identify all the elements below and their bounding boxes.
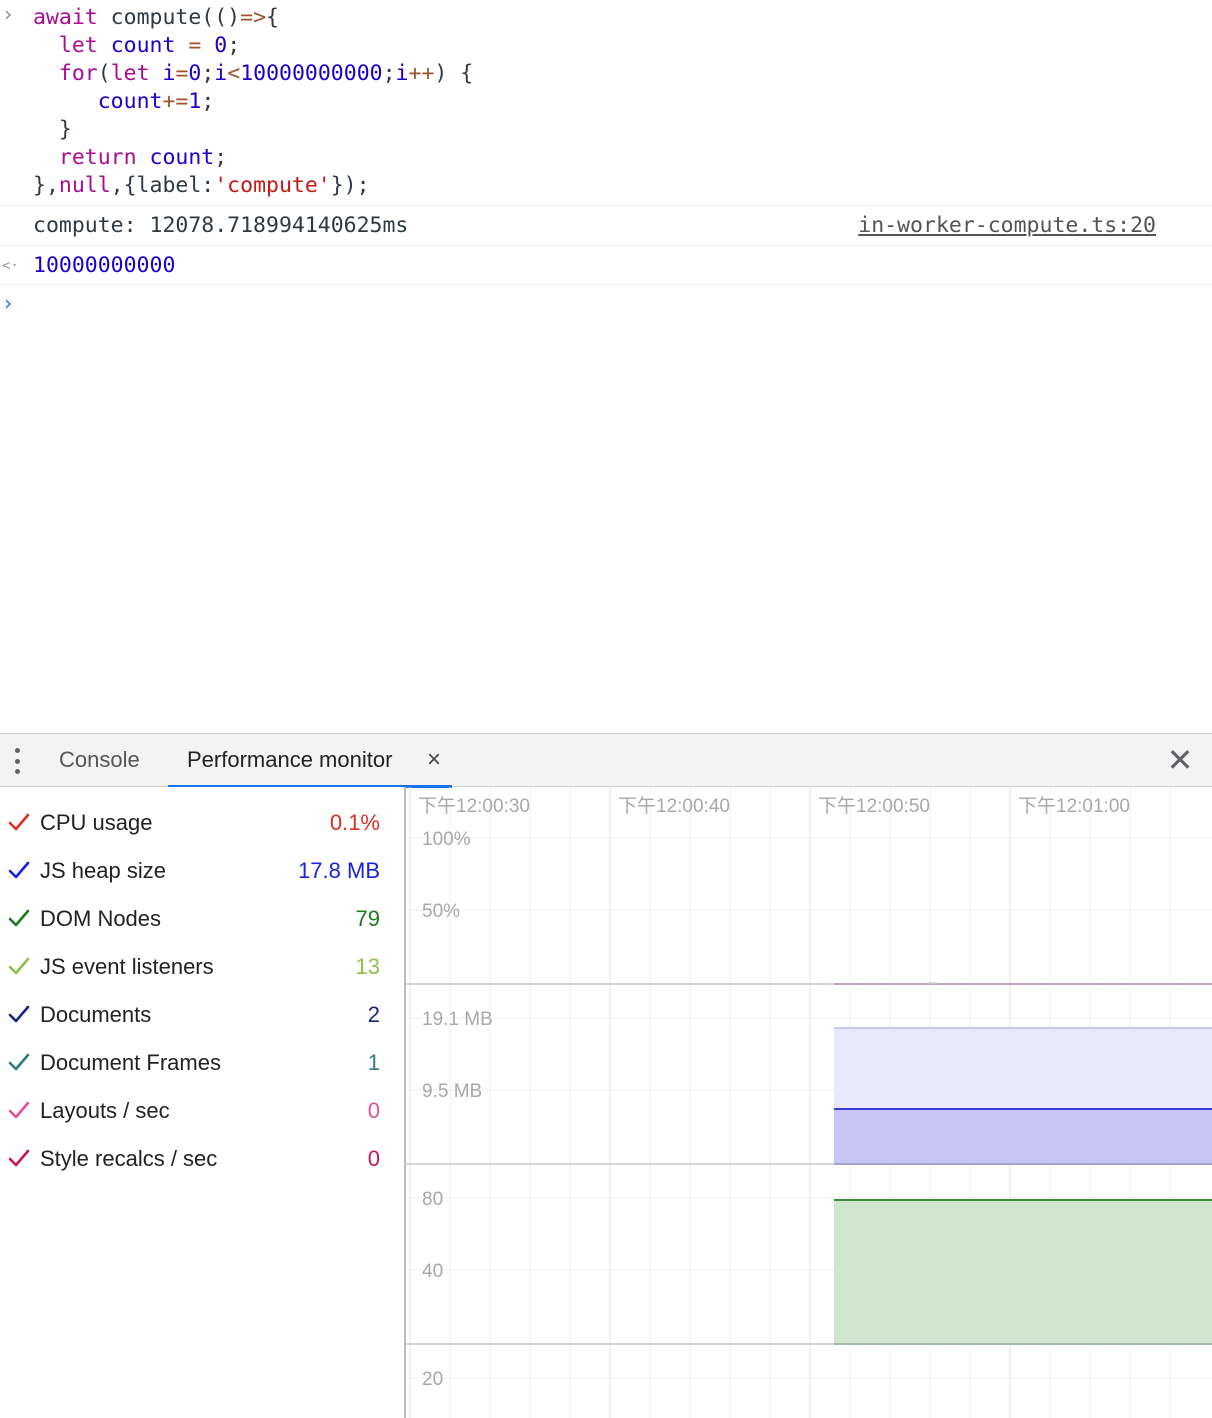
- metric-value: 13: [355, 954, 380, 979]
- bottom-drawer: Console Performance monitor × ✕ CPU usag…: [0, 733, 1212, 1418]
- metric-row[interactable]: Documents 2: [0, 991, 404, 1039]
- time-label: 下午12:01:00: [1018, 795, 1130, 817]
- metric-row[interactable]: DOM Nodes 79: [0, 895, 404, 943]
- time-label: 下午12:00:40: [618, 795, 730, 817]
- checkmark-icon[interactable]: [8, 1099, 30, 1121]
- close-tab-icon[interactable]: ×: [424, 747, 444, 773]
- result-arrow-icon: <·: [2, 258, 19, 274]
- input-prompt-icon: ›: [2, 2, 15, 26]
- metric-label: Layouts / sec: [40, 1098, 170, 1123]
- console-log-row: compute: 12078.718994140625ms in-worker-…: [0, 205, 1212, 245]
- metric-label: JS heap size: [40, 858, 166, 883]
- metric-row[interactable]: JS event listeners 13: [0, 943, 404, 991]
- dom-scale-label: 80: [422, 1189, 443, 1210]
- dom-nodes-area: [834, 1200, 1212, 1344]
- heap-scale-label: 9.5 MB: [422, 1081, 482, 1102]
- console-input-echo: › await compute(()=>{ let count = 0; for…: [0, 0, 1212, 205]
- metric-value: 2: [367, 1002, 380, 1027]
- code-line: }: [33, 117, 72, 142]
- dom-scale-label: 40: [422, 1261, 443, 1282]
- metric-value: 1: [367, 1050, 380, 1075]
- metric-label: CPU usage: [40, 810, 153, 835]
- checkmark-icon[interactable]: [8, 1003, 30, 1025]
- console-panel: › await compute(()=>{ let count = 0; for…: [0, 0, 1212, 733]
- performance-graph-svg: 下午12:00:30 下午12:00:40 下午12:00:50 下午12:01…: [406, 787, 1212, 1418]
- metric-row[interactable]: Layouts / sec 0: [0, 1087, 404, 1135]
- checkmark-icon[interactable]: [8, 811, 30, 833]
- code-line: return count;: [58, 145, 228, 170]
- checkmark-icon[interactable]: [8, 955, 30, 977]
- console-prompt-icon[interactable]: ›: [2, 293, 14, 313]
- metric-label: DOM Nodes: [40, 906, 162, 931]
- metric-value: 79: [355, 906, 380, 931]
- metric-row[interactable]: JS heap size 17.8 MB: [0, 847, 404, 895]
- checkmark-icon[interactable]: [8, 1051, 30, 1073]
- code-line: await compute(()=>{: [33, 5, 279, 30]
- checkmark-icon[interactable]: [8, 859, 30, 881]
- metric-row[interactable]: Document Frames 1: [0, 1039, 404, 1087]
- metric-value: 0: [367, 1146, 380, 1171]
- code-line: let count = 0;: [58, 33, 241, 58]
- console-result-row: <· 10000000000: [0, 245, 1212, 285]
- time-label: 下午12:00:50: [818, 795, 930, 817]
- metric-value: 17.8 MB: [298, 858, 380, 883]
- time-label: 下午12:00:30: [418, 795, 530, 817]
- metric-value: 0.1%: [329, 810, 380, 835]
- metric-label: JS event listeners: [40, 954, 214, 979]
- more-vertical-icon[interactable]: [10, 746, 24, 776]
- metrics-list: CPU usage 0.1% JS heap size 17.8 MB DOM Node…: [0, 787, 404, 1418]
- cpu-scale-label: 50%: [422, 901, 460, 922]
- tab-performance-monitor[interactable]: Performance monitor: [168, 734, 452, 788]
- metric-label: Documents: [40, 1002, 152, 1027]
- close-drawer-icon[interactable]: ✕: [1166, 744, 1194, 776]
- heap-scale-label: 19.1 MB: [422, 1009, 493, 1030]
- source-link[interactable]: in-worker-compute.ts:20: [858, 212, 1156, 240]
- tab-performance-monitor-label: Performance monitor: [187, 747, 393, 772]
- result-value[interactable]: 10000000000: [33, 252, 175, 280]
- tab-console[interactable]: Console: [59, 734, 140, 788]
- listeners-scale-label: 20: [422, 1369, 443, 1390]
- code-line: },null,{label:'compute'});: [33, 173, 370, 198]
- metric-label: Document Frames: [40, 1050, 221, 1075]
- timer-log-text: compute: 12078.718994140625ms: [33, 213, 409, 238]
- checkmark-icon[interactable]: [8, 907, 30, 929]
- heap-used-area: [834, 1109, 1212, 1164]
- metric-label: Style recalcs / sec: [40, 1146, 218, 1171]
- code-line: for(let i=0;i<10000000000;i++) {: [58, 61, 474, 86]
- code-line: count+=1;: [97, 89, 215, 114]
- metric-row[interactable]: CPU usage 0.1%: [0, 799, 404, 847]
- heap-total-area: [834, 1028, 1212, 1109]
- performance-graph: 下午12:00:30 下午12:00:40 下午12:00:50 下午12:01…: [404, 787, 1212, 1418]
- cpu-scale-label: 100%: [422, 829, 471, 850]
- metric-row[interactable]: Style recalcs / sec 0: [0, 1135, 404, 1183]
- metric-value: 0: [367, 1098, 380, 1123]
- checkmark-icon[interactable]: [8, 1147, 30, 1169]
- drawer-tabbar: Console Performance monitor × ✕: [0, 733, 1212, 788]
